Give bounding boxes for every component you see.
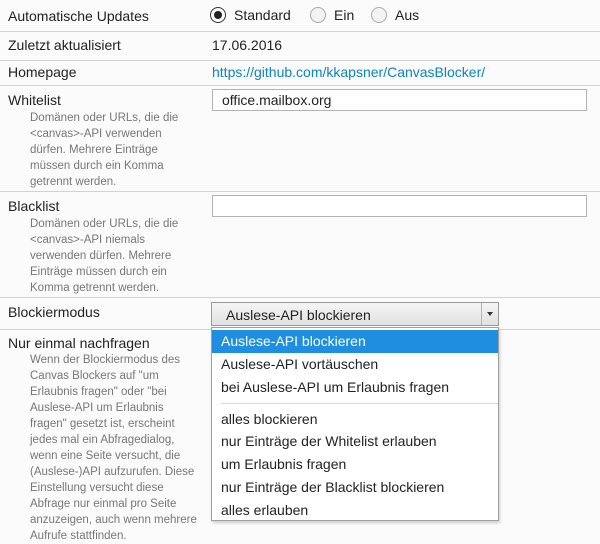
dropdown-separator (221, 403, 498, 404)
option-ask-permission[interactable]: um Erlaubnis fragen (212, 453, 498, 476)
block-mode-select[interactable]: Auslese-API blockieren (211, 302, 499, 326)
updates-label: Automatische Updates (8, 8, 149, 24)
option-block-everything[interactable]: alles blockieren (212, 408, 498, 431)
homepage-link[interactable]: https://github.com/kkapsner/CanvasBlocke… (212, 64, 485, 80)
option-fake-readout-api[interactable]: Auslese-API vortäuschen (212, 353, 498, 376)
radio-off-circle[interactable] (371, 7, 387, 23)
last-updated-label: Zuletzt aktualisiert (8, 37, 121, 53)
homepage-row: Homepage https://github.com/kkapsner/Can… (0, 61, 600, 86)
option-ask-readout-api[interactable]: bei Auslese-API um Erlaubnis fragen (212, 376, 498, 399)
ask-once-label: Nur einmal nachfragen (8, 335, 150, 351)
option-allow-everything[interactable]: alles erlauben (212, 499, 498, 522)
whitelist-input[interactable] (212, 89, 587, 111)
block-mode-selected-value: Auslese-API blockieren (226, 307, 371, 323)
radio-off[interactable]: Aus (371, 5, 419, 25)
radio-on[interactable]: Ein (310, 5, 354, 25)
whitelist-row: Whitelist Domänen oder URLs, die die <ca… (0, 86, 600, 192)
whitelist-label: Whitelist (8, 92, 61, 108)
chevron-down-icon[interactable] (481, 303, 498, 325)
last-updated-row: Zuletzt aktualisiert 17.06.2016 (0, 32, 600, 61)
option-allow-whitelist-only[interactable]: nur Einträge der Whitelist erlauben (212, 430, 498, 453)
homepage-label: Homepage (8, 64, 77, 80)
radio-on-circle[interactable] (310, 7, 326, 23)
ask-once-description: Wenn der Blockiermodus des Canvas Blocke… (30, 354, 197, 542)
whitelist-description: Domänen oder URLs, die die <canvas>-API … (30, 112, 179, 188)
blacklist-description: Domänen oder URLs, die die <canvas>-API … (30, 218, 179, 294)
radio-standard[interactable]: Standard (210, 5, 291, 25)
updates-row: Automatische Updates Standard Ein Aus (0, 0, 600, 32)
last-updated-value: 17.06.2016 (212, 37, 283, 53)
radio-off-label: Aus (395, 7, 420, 23)
block-mode-label: Blockiermodus (8, 304, 100, 320)
block-mode-dropdown: Auslese-API blockieren Auslese-API vortä… (211, 327, 499, 521)
homepage-value: https://github.com/kkapsner/CanvasBlocke… (212, 64, 485, 80)
radio-standard-label: Standard (234, 7, 291, 23)
blacklist-label: Blacklist (8, 198, 60, 214)
radio-on-label: Ein (334, 7, 355, 23)
radio-standard-circle[interactable] (210, 7, 226, 23)
blacklist-input[interactable] (212, 195, 587, 217)
blacklist-row: Blacklist Domänen oder URLs, die die <ca… (0, 192, 600, 298)
option-block-readout-api[interactable]: Auslese-API blockieren (212, 330, 498, 353)
option-block-blacklist-only[interactable]: nur Einträge der Blacklist blockieren (212, 476, 498, 499)
